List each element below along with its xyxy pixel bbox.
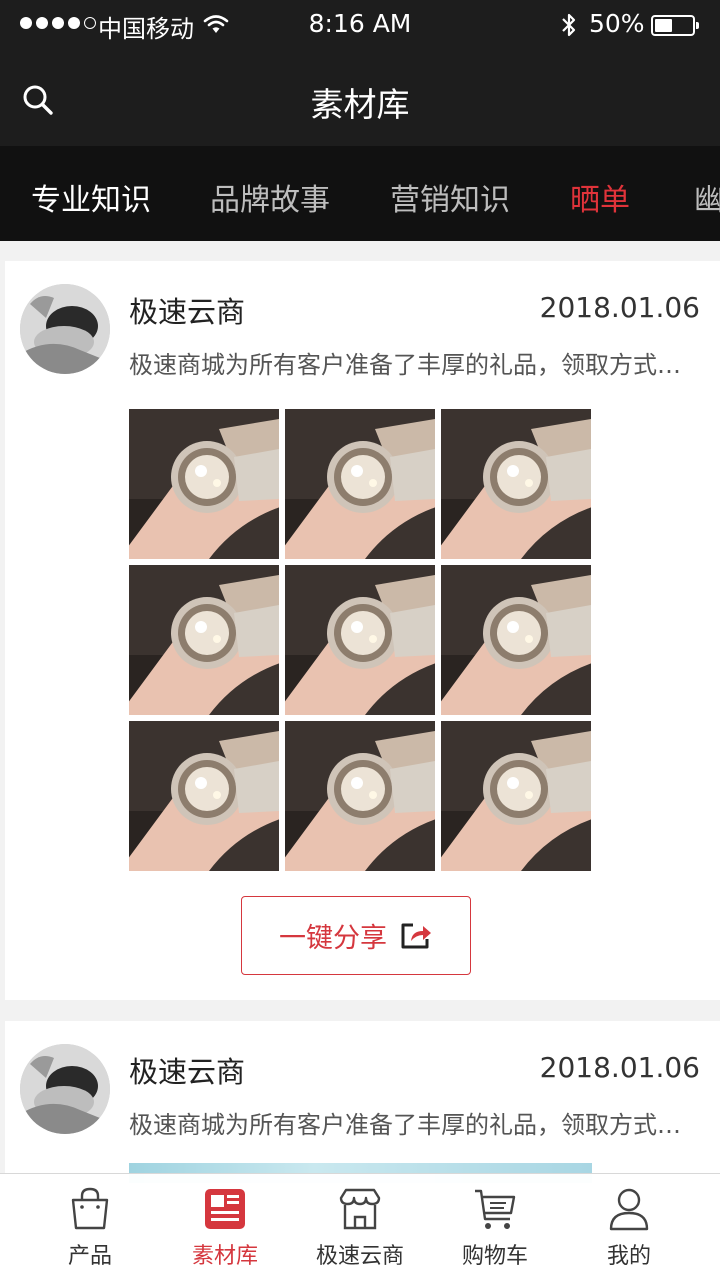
watch-photo[interactable] xyxy=(285,409,435,559)
post-text: 极速商城为所有客户准备了丰厚的礼品，领取方式请咨询客服 xyxy=(129,1111,701,1139)
battery-percent: 50% xyxy=(589,9,645,38)
author-name: 极速云商 xyxy=(129,295,246,329)
tab-jisu-yunshang[interactable]: 极速云商 xyxy=(288,1174,432,1280)
watch-photo[interactable] xyxy=(285,565,435,715)
bluetooth-icon xyxy=(562,13,576,37)
tab-humor[interactable]: 幽 xyxy=(694,175,720,219)
category-tabs: 专业知识 品牌故事 营销知识 晒单 幽 xyxy=(0,146,720,241)
watch-photo[interactable] xyxy=(441,721,591,871)
tab-mine[interactable]: 我的 xyxy=(557,1174,701,1280)
tab-brand-story[interactable]: 品牌故事 xyxy=(210,175,330,219)
user-icon xyxy=(609,1188,649,1231)
watch-photo[interactable] xyxy=(129,721,279,871)
tab-material-library-label: 素材库 xyxy=(191,1244,258,1269)
tab-material-library[interactable]: 素材库 xyxy=(153,1174,297,1280)
tab-cart[interactable]: 购物车 xyxy=(423,1174,567,1280)
share-button[interactable]: 一键分享 xyxy=(241,896,471,975)
share-button-label: 一键分享 xyxy=(279,923,387,954)
post-card: 极速云商 2018.01.06 极速商城为所有客户准备了丰厚的礼品，领取方式请咨… xyxy=(5,1021,720,1183)
watch-photo[interactable] xyxy=(129,565,279,715)
page-title: 素材库 xyxy=(310,85,410,124)
tab-products-label: 产品 xyxy=(67,1244,112,1269)
share-icon xyxy=(401,923,431,948)
watch-photo[interactable] xyxy=(441,565,591,715)
tab-cart-label: 购物车 xyxy=(461,1244,528,1269)
tab-show-orders[interactable]: 晒单 xyxy=(570,175,630,219)
battery-icon xyxy=(651,15,699,36)
status-bar: 中国移动 8:16 AM 50% xyxy=(0,0,720,50)
tab-professional-knowledge[interactable]: 专业知识 xyxy=(31,175,151,219)
nav-header: 素材库 xyxy=(0,50,720,146)
author-name: 极速云商 xyxy=(129,1055,246,1089)
shopping-bag-icon xyxy=(71,1187,109,1230)
avatar xyxy=(20,284,110,374)
post-date: 2018.01.06 xyxy=(539,1051,700,1084)
tab-marketing-knowledge[interactable]: 营销知识 xyxy=(390,175,510,219)
photo-grid xyxy=(129,409,592,871)
avatar xyxy=(20,1044,110,1134)
bottom-tab-bar: 产品 素材库 极速云商 购物车 我的 xyxy=(0,1173,720,1280)
watch-photo[interactable] xyxy=(129,409,279,559)
news-icon xyxy=(205,1189,245,1229)
cart-icon xyxy=(475,1189,516,1229)
post-card: 极速云商 2018.01.06 极速商城为所有客户准备了丰厚的礼品，领取方式请咨… xyxy=(5,261,720,1000)
store-icon xyxy=(339,1188,381,1230)
post-text: 极速商城为所有客户准备了丰厚的礼品，领取方式请咨询客服 xyxy=(129,351,701,379)
watch-photo[interactable] xyxy=(285,721,435,871)
post-date: 2018.01.06 xyxy=(539,291,700,324)
tab-jisu-yunshang-label: 极速云商 xyxy=(315,1244,404,1269)
tab-products[interactable]: 产品 xyxy=(18,1174,162,1280)
tab-mine-label: 我的 xyxy=(606,1244,651,1269)
watch-photo[interactable] xyxy=(441,409,591,559)
